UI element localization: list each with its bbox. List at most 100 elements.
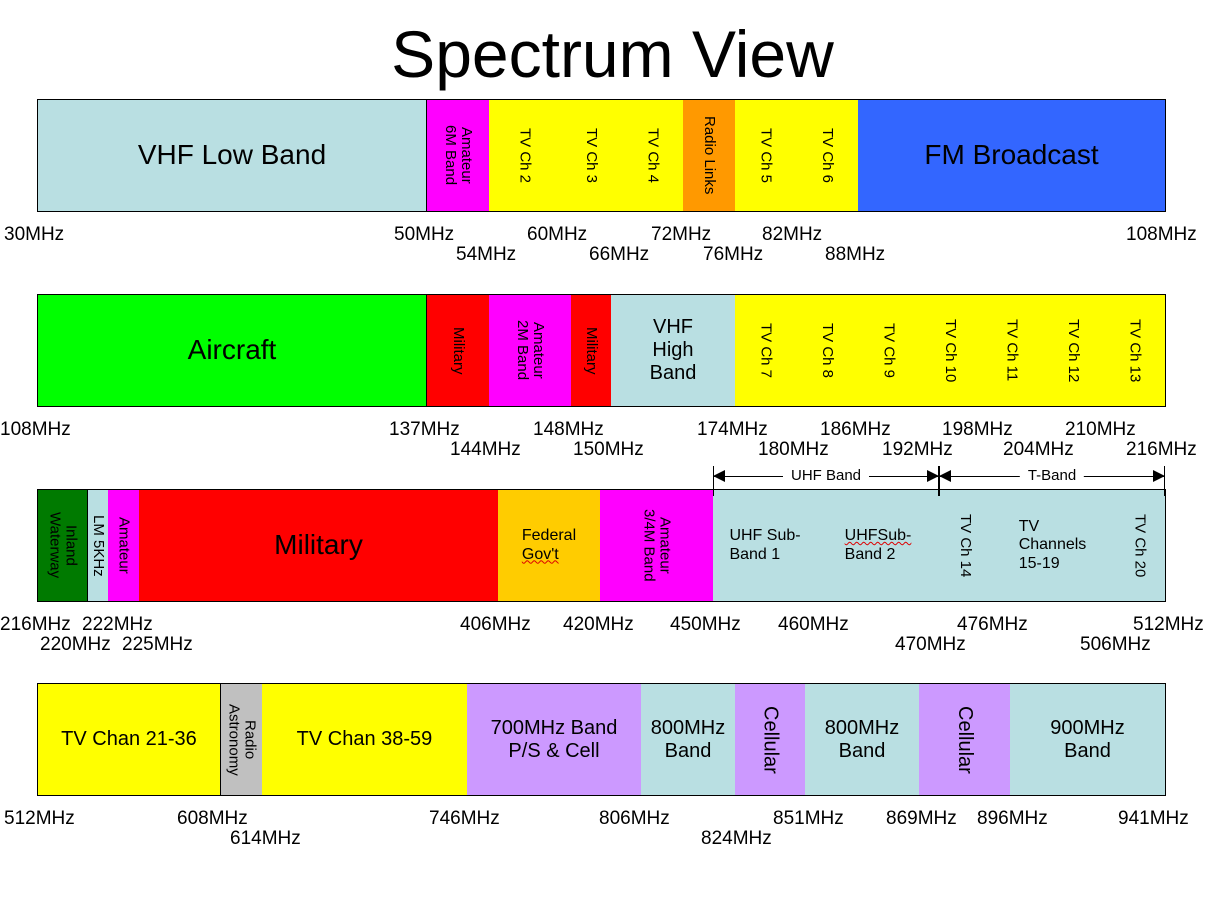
freq-marker: 66MHz (589, 244, 650, 265)
band-military: Military (571, 294, 612, 407)
band-radio-astronomy: Radio Astronomy (221, 683, 263, 796)
band-900mhz-band: 900MHz Band (1010, 683, 1166, 796)
freq-marker: 608MHz (177, 808, 248, 829)
freq-marker: 54MHz (456, 244, 517, 265)
band-label: Radio Astronomy (225, 703, 259, 776)
freq-marker: 186MHz (820, 419, 891, 440)
band-tv-ch-13: TV Ch 13 (1104, 294, 1166, 407)
freq-marker: 150MHz (573, 439, 644, 460)
freq-marker: 108MHz (1126, 224, 1197, 245)
band-military: Military (139, 489, 499, 602)
freq-marker: 144MHz (450, 439, 521, 460)
band-label: 800MHz Band (650, 716, 726, 762)
band-radio-links: Radio Links (683, 99, 736, 212)
band-uhfsub-band-2: UHFSub- Band 2 (817, 489, 940, 602)
band-label: TV Chan 38-59 (296, 728, 433, 750)
band-label: Cellular (759, 705, 782, 774)
band-tv-ch-11: TV Ch 11 (981, 294, 1043, 407)
band-uhf-sub-band-1: UHF Sub- Band 1 (713, 489, 818, 602)
freq-marker: 512MHz (1133, 614, 1204, 635)
band-label: TV Ch 8 (818, 322, 836, 379)
freq-marker: 50MHz (394, 224, 455, 245)
freq-marker: 60MHz (527, 224, 588, 245)
band-tv-ch-10: TV Ch 10 (919, 294, 982, 407)
band-tv-channels-15-19: TV Channels 15-19 (991, 489, 1115, 602)
freq-marker: 512MHz (4, 808, 75, 829)
freq-marker: 824MHz (701, 828, 772, 849)
freq-marker: 30MHz (4, 224, 65, 245)
band-label: Military (449, 326, 467, 375)
page-title: Spectrum View (391, 17, 834, 91)
band-700mhz-band-p-s-cell: 700MHz Band P/S & Cell (467, 683, 642, 796)
spectrum-row-1: VHF Low Band Amateur 6M Band TV Ch 2 TV Ch … (37, 99, 1166, 212)
freq-marker: 220MHz (40, 634, 111, 655)
band-cellular: Cellular (735, 683, 806, 796)
band-label: TV Ch 4 (644, 127, 662, 184)
band-label: UHFSub- Band 2 (844, 527, 912, 563)
band-federal-gov-t: Federal Gov't (498, 489, 601, 602)
spectrum-row-4: TV Chan 21-36 Radio Astronomy TV Chan 38-5… (37, 683, 1166, 796)
band-label: Amateur 3/4M Band (640, 509, 674, 582)
band-label: TV Chan 21-36 (61, 728, 197, 750)
band-800mhz-band: 800MHz Band (805, 683, 920, 796)
band-amateur-3-4m-band: Amateur 3/4M Band (600, 489, 714, 602)
band-tv-ch-8: TV Ch 8 (796, 294, 859, 407)
band-label: Cellular (954, 705, 976, 774)
band-label: TV Ch 10 (941, 318, 959, 383)
band-fm-broadcast: FM Broadcast (858, 99, 1166, 212)
freq-marker: 210MHz (1065, 419, 1136, 440)
band-label: FM Broadcast (924, 139, 1099, 171)
band-label: Amateur (115, 517, 133, 574)
band-tv-ch-6: TV Ch 6 (796, 99, 859, 212)
freq-marker: 225MHz (122, 634, 193, 655)
freq-marker: 192MHz (882, 439, 953, 460)
freq-marker: 476MHz (957, 614, 1028, 635)
band-tv-ch-2: TV Ch 2 (489, 99, 561, 212)
band-tv-chan-38-59: TV Chan 38-59 (262, 683, 468, 796)
freq-marker: 851MHz (773, 808, 844, 829)
freq-marker: 420MHz (563, 614, 634, 635)
band-label: TV Ch 5 (757, 127, 775, 184)
band-tv-ch-5: TV Ch 5 (735, 99, 797, 212)
freq-marker: 204MHz (1003, 439, 1074, 460)
freq-marker: 406MHz (460, 614, 531, 635)
band-label: Inland Waterway (46, 512, 80, 579)
freq-marker: 450MHz (670, 614, 741, 635)
band-aircraft: Aircraft (37, 294, 427, 407)
band-label: VHF Low Band (137, 139, 327, 171)
band-tv-chan-21-36: TV Chan 21-36 (37, 683, 221, 796)
band-label: TV Ch 13 (1126, 318, 1144, 383)
band-label: TV Ch 6 (818, 127, 836, 184)
band-tv-ch-12: TV Ch 12 (1042, 294, 1105, 407)
band-amateur-6m-band: Amateur 6M Band (427, 99, 490, 212)
freq-marker: 460MHz (778, 614, 849, 635)
arrow-left-icon (939, 470, 951, 482)
freq-marker: 72MHz (651, 224, 712, 245)
band-label: Amateur 2M Band (514, 320, 547, 381)
freq-marker: 137MHz (389, 419, 460, 440)
band-label: UHF Sub- Band 1 (729, 527, 801, 563)
freq-marker: 614MHz (230, 828, 301, 849)
freq-marker: 148MHz (533, 419, 604, 440)
band-label: TV Ch 12 (1064, 318, 1082, 383)
freq-marker: 746MHz (429, 808, 500, 829)
range-bracket-uhf-band: UHF Band (713, 466, 939, 496)
band-label: Federal Gov't (521, 527, 577, 563)
freq-marker: 941MHz (1118, 808, 1189, 829)
freq-marker: 806MHz (599, 808, 670, 829)
range-bracket-t-band: T-Band (939, 466, 1165, 496)
band-label: LM 5KHz (89, 514, 107, 577)
freq-marker: 198MHz (942, 419, 1013, 440)
band-label: Amateur 6M Band (442, 125, 475, 186)
band-vhf-low-band: VHF Low Band (37, 99, 427, 212)
band-tv-ch-4: TV Ch 4 (622, 99, 684, 212)
band-tv-ch-14: TV Ch 14 (939, 489, 992, 602)
bracket-label: UHF Band (782, 466, 870, 486)
freq-marker: 174MHz (697, 419, 768, 440)
band-lm-5khz: LM 5KHz (88, 489, 109, 602)
band-label: TV Ch 2 (516, 127, 534, 184)
band-label: 900MHz Band (1050, 716, 1125, 762)
band-label: 700MHz Band P/S & Cell (490, 716, 618, 762)
band-label: Radio Links (700, 116, 718, 195)
freq-marker: 82MHz (762, 224, 823, 245)
